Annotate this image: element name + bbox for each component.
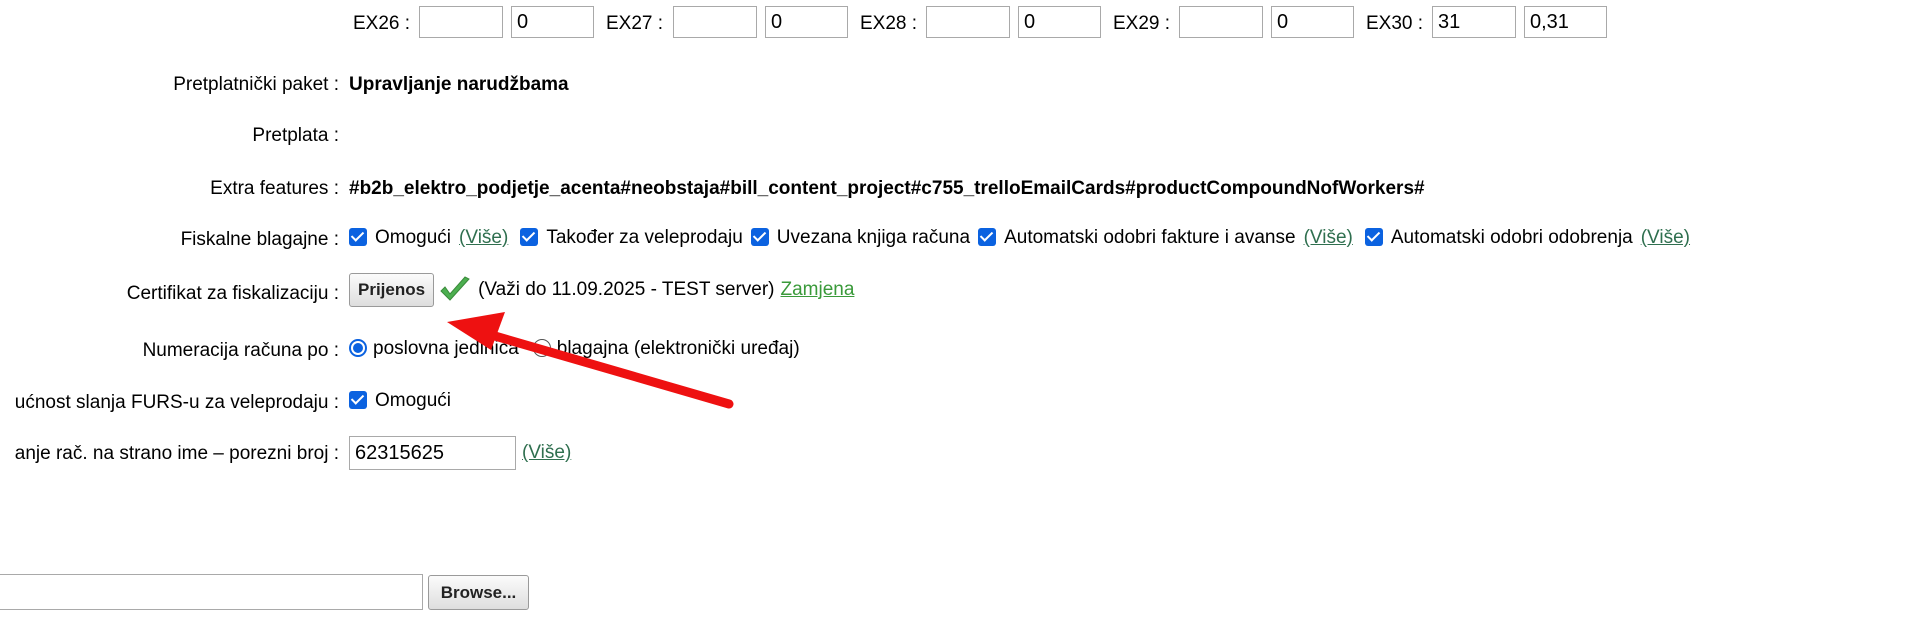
fiscal-auto-approve-invoices-label: Automatski odobri fakture i avanse: [1004, 227, 1296, 248]
fiscal-option-auto-approve-invoices[interactable]: Automatski odobri fakture i avanse: [978, 227, 1296, 249]
fiscal-wholesale-checkbox[interactable]: [520, 228, 539, 246]
checkmark-icon: [438, 273, 472, 307]
furs-wholesale-option-label: Omogući: [375, 390, 452, 411]
fiscal-option-wholesale[interactable]: Također za veleprodaju: [520, 227, 743, 249]
fiscal-enable-label: Omogući: [375, 227, 452, 248]
ex26-input-1[interactable]: [419, 6, 503, 38]
ex29-input-2[interactable]: [1271, 6, 1354, 38]
fiscal-option-bound-ledger[interactable]: Uvezana knjiga računa: [750, 227, 971, 249]
ex29-label: EX29 :: [1113, 13, 1171, 34]
ex27-input-1[interactable]: [673, 6, 757, 38]
fiscal-registers-label: Fiskalne blagajne :: [180, 229, 339, 250]
register-radio[interactable]: [532, 339, 551, 357]
business-unit-label: poslovna jedinica: [373, 338, 519, 359]
foreign-tax-label: anje rač. na strano ime – porezni broj :: [14, 443, 339, 464]
foreign-tax-number-input[interactable]: [349, 436, 516, 470]
numbering-label: Numeracija računa po :: [142, 340, 339, 361]
ex26-label: EX26 :: [353, 13, 411, 34]
subscription-label: Pretplata :: [252, 125, 339, 146]
ex30-input-1[interactable]: [1432, 6, 1516, 38]
ex27-label: EX27 :: [606, 13, 664, 34]
foreign-tax-more-link[interactable]: (Više): [522, 442, 571, 464]
furs-wholesale-option[interactable]: Omogući: [349, 390, 451, 412]
fiscal-auto-approve-credits-checkbox[interactable]: [1364, 228, 1383, 246]
fiscal-option-auto-approve-credits[interactable]: Automatski odobri odobrenja: [1364, 227, 1633, 249]
ex29-input-1[interactable]: [1179, 6, 1263, 38]
certificate-controls: Prijenos (Važi do 11.09.2025 - TEST serv…: [349, 273, 854, 307]
register-label: blagajna (elektronički uređaj): [556, 338, 800, 359]
fiscal-auto-approve-invoices-checkbox[interactable]: [978, 228, 997, 246]
certificate-replace-link[interactable]: Zamjena: [781, 279, 855, 301]
subscription-package-label: Pretplatnički paket :: [173, 74, 339, 95]
fiscal-bound-ledger-label: Uvezana knjiga računa: [776, 227, 971, 248]
fiscal-registers-options: Omogući (Više) Također za veleprodaju Uv…: [349, 227, 1698, 249]
fiscal-auto-approve-credits-more-link[interactable]: (Više): [1641, 227, 1690, 249]
foreign-tax-controls: (Više): [349, 436, 571, 470]
ex-fields-row: EX26 : EX27 : EX28 : EX29 : EX30 :: [0, 6, 1917, 40]
extra-features-label: Extra features :: [210, 178, 339, 199]
numbering-options: poslovna jedinica blagajna (elektronički…: [349, 338, 808, 360]
ex26-input-2[interactable]: [511, 6, 594, 38]
furs-wholesale-checkbox[interactable]: [349, 391, 367, 409]
numbering-option-register[interactable]: blagajna (elektronički uređaj): [532, 338, 800, 360]
fiscal-option-enable[interactable]: Omogući: [349, 227, 451, 249]
numbering-option-business-unit[interactable]: poslovna jedinica: [349, 338, 519, 360]
certificate-upload-button[interactable]: Prijenos: [349, 273, 435, 307]
ex28-input-1[interactable]: [926, 6, 1010, 38]
business-unit-radio[interactable]: [349, 339, 367, 357]
ex27-input-2[interactable]: [765, 6, 848, 38]
fiscal-bound-ledger-checkbox[interactable]: [750, 228, 769, 246]
ex30-label: EX30 :: [1366, 13, 1424, 34]
extra-features-value: #b2b_elektro_podjetje_acenta#neobstaja#b…: [349, 178, 1425, 199]
file-path-input[interactable]: [0, 574, 423, 610]
ex28-input-2[interactable]: [1018, 6, 1101, 38]
furs-wholesale-label: ućnost slanja FURS-u za veleprodaju :: [14, 392, 339, 413]
fiscal-auto-approve-credits-label: Automatski odobri odobrenja: [1390, 227, 1633, 248]
fiscal-auto-approve-invoices-more-link[interactable]: (Više): [1304, 227, 1353, 249]
ex28-label: EX28 :: [860, 13, 918, 34]
fiscal-wholesale-label: Također za veleprodaju: [546, 227, 743, 248]
fiscal-enable-checkbox[interactable]: [349, 228, 367, 246]
certificate-valid-text: (Važi do 11.09.2025 - TEST server): [478, 279, 775, 300]
browse-button[interactable]: Browse...: [428, 575, 529, 610]
ex30-input-2[interactable]: [1524, 6, 1607, 38]
fiscal-enable-more-link[interactable]: (Više): [459, 227, 508, 249]
certificate-label: Certifikat za fiskalizaciju :: [126, 283, 339, 304]
subscription-package-value: Upravljanje narudžbama: [349, 74, 569, 95]
